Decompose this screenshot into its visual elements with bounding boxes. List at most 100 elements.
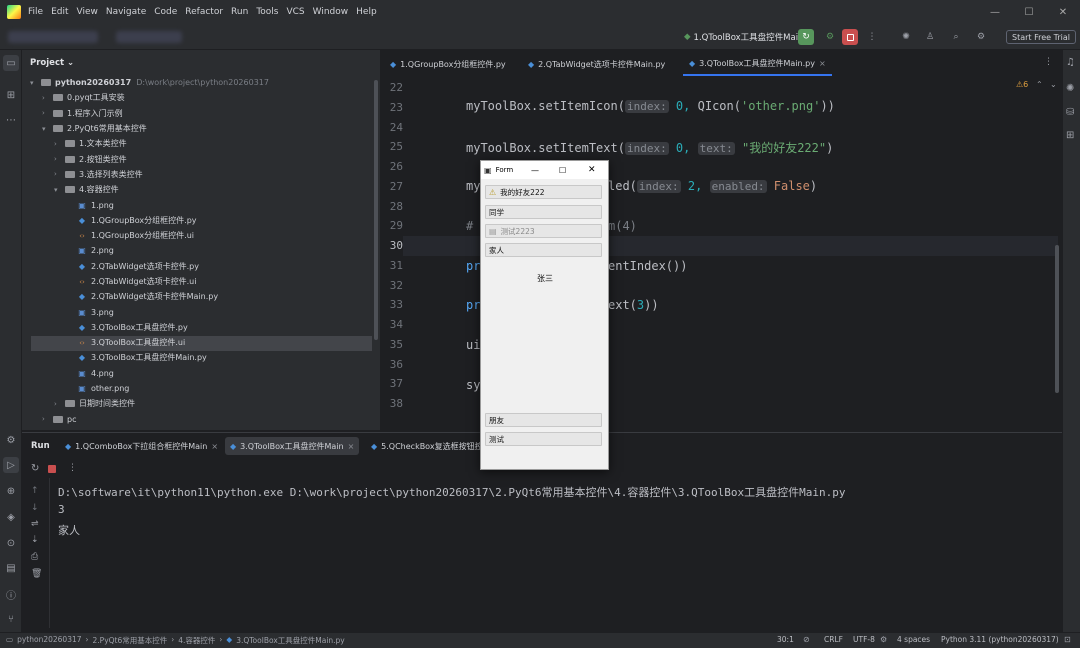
run-tab-1[interactable]: ◆ 1.QComboBox下拉组合框控件Main ×	[60, 437, 223, 455]
ai-assistant-icon[interactable]: ✺	[898, 29, 914, 45]
maximize-icon[interactable]: ☐	[559, 166, 566, 175]
tree-item[interactable]: ▣ 1.png	[30, 197, 375, 212]
code-line-24[interactable]: myToolBox.setItemText(index: 0, text: "我…	[466, 139, 833, 156]
more-icon[interactable]: ⋮	[864, 29, 880, 45]
python-packages-icon[interactable]: ⚙	[3, 432, 19, 448]
close-icon[interactable]: ×	[211, 442, 218, 451]
git-icon[interactable]: ⑂	[3, 611, 19, 627]
toolbox-item-3-active[interactable]: 家人	[485, 243, 602, 257]
maximize-icon[interactable]: ☐	[1012, 0, 1046, 24]
code-line-30-a[interactable]: pr	[466, 259, 480, 273]
code-line-28-b[interactable]: m(4)	[608, 219, 637, 233]
chevron-up-icon[interactable]: ⌃	[1036, 80, 1043, 89]
project-switcher-widget[interactable]	[8, 31, 98, 43]
caret-position[interactable]: 30:1	[777, 635, 794, 644]
code-line-28-a[interactable]: #	[466, 219, 473, 233]
ai-icon[interactable]: ✺	[1066, 83, 1074, 94]
services-icon[interactable]: ⊕	[3, 483, 19, 499]
folder-icon[interactable]: ▭	[3, 55, 19, 71]
problems-icon[interactable]: ⓘ	[3, 586, 19, 602]
gear-icon[interactable]: ⚙	[973, 29, 989, 45]
tree-item[interactable]: ▣ 3.png	[30, 304, 375, 319]
tree-item[interactable]: › 日期时间类控件	[30, 396, 375, 411]
close-icon[interactable]: ×	[348, 442, 355, 451]
tree-item[interactable]: ◆ 2.QTabWidget选项卡控件Main.py	[30, 289, 375, 304]
tree-item[interactable]: ◆ 1.QGroupBox分组框控件.py	[30, 213, 375, 228]
tree-item[interactable]: › 0.pyqt工具安装	[30, 90, 375, 105]
arrow-up-icon[interactable]: ↑	[31, 486, 39, 496]
chevron-right-icon[interactable]: ›	[54, 170, 64, 178]
vcs-widget[interactable]	[116, 31, 182, 43]
chevron-right-icon[interactable]: ›	[54, 400, 64, 408]
tree-item[interactable]: ‹› 1.QGroupBox分组框控件.ui	[30, 228, 375, 243]
tabs-more-icon[interactable]: ⋮	[1044, 57, 1053, 67]
power-save-icon[interactable]: ⊘	[803, 635, 810, 644]
tree-item[interactable]: ▣ 2.png	[30, 243, 375, 258]
breadcrumb-item[interactable]: 4.容器控件	[178, 635, 215, 646]
chevron-down-icon[interactable]: ▾	[54, 186, 64, 194]
lock-icon[interactable]: ⊡	[1064, 635, 1071, 644]
chevron-right-icon[interactable]: ›	[54, 155, 64, 163]
play-circle-icon[interactable]: ⊙	[3, 535, 19, 551]
trash-icon[interactable]: 🗑	[31, 569, 42, 579]
tree-item[interactable]: ▣ other.png	[30, 381, 375, 396]
minimize-icon[interactable]: —	[531, 166, 539, 175]
print-icon[interactable]: ⎙	[31, 552, 38, 562]
breadcrumb-item[interactable]: 2.PyQt6常用基本控件	[93, 635, 168, 646]
tree-item[interactable]: ◆ 3.QToolBox工具盘控件.py	[30, 320, 375, 335]
chevron-right-icon[interactable]: ›	[42, 94, 52, 102]
more-icon[interactable]: ⋮	[68, 463, 77, 473]
chevron-right-icon[interactable]: ›	[42, 109, 52, 117]
code-line-26-a[interactable]: my	[466, 179, 480, 193]
close-icon[interactable]: ×	[819, 59, 826, 68]
editor-scrollbar[interactable]	[1055, 245, 1059, 393]
tree-item[interactable]: ‹› 2.QTabWidget选项卡控件.ui	[30, 274, 375, 289]
tab-file-3-active[interactable]: ◆ 3.QToolBox工具盘控件Main.py ×	[683, 52, 832, 76]
debug-button[interactable]: ⚙	[822, 29, 838, 45]
file-encoding[interactable]: UTF-8	[853, 635, 875, 644]
tree-item[interactable]: ▾ python20260317 D:\work\project\python202…	[30, 75, 375, 90]
run-tab-3[interactable]: ◆ 5.QCheckBox复选框按钮控件	[366, 437, 496, 455]
chevron-down-icon[interactable]: ▾	[42, 125, 52, 133]
tab-file-1[interactable]: ◆ 1.QGroupBox分组框控件.py	[384, 52, 512, 76]
menu-item[interactable]: File	[28, 7, 43, 17]
toolbox-item-4[interactable]: 朋友	[485, 413, 602, 427]
code-line-34[interactable]: ui	[466, 338, 480, 352]
account-icon[interactable]: ♙	[922, 29, 938, 45]
close-icon[interactable]: ✕	[1046, 0, 1080, 24]
warnings-count[interactable]: ⚠6	[1016, 80, 1028, 89]
close-icon[interactable]: ✕	[588, 165, 596, 175]
menu-item[interactable]: Refactor	[185, 7, 223, 17]
rerun-button[interactable]: ↻	[798, 29, 814, 45]
toolbox-item-0[interactable]: ⚠ 我的好友222	[485, 185, 602, 199]
layers-icon[interactable]: ◈	[3, 509, 19, 525]
start-free-trial-button[interactable]: Start Free Trial	[1006, 30, 1076, 44]
database-icon[interactable]: ⛁	[1066, 107, 1074, 118]
tree-item[interactable]: ▣ 4.png	[30, 366, 375, 381]
chevron-right-icon[interactable]: ›	[42, 415, 52, 423]
tree-item[interactable]: ◆ 3.QToolBox工具盘控件Main.py	[30, 350, 375, 365]
scroll-end-icon[interactable]: ⇣	[31, 535, 39, 545]
menu-item[interactable]: Edit	[51, 7, 68, 17]
chevron-down-icon[interactable]: ⌄	[1050, 80, 1057, 89]
breadcrumb-item[interactable]: 3.QToolBox工具盘控件Main.py	[236, 635, 345, 646]
run-icon[interactable]: ▷	[3, 457, 19, 473]
qt-form-titlebar[interactable]: ▣ Form — ☐ ✕	[481, 161, 608, 179]
terminal-icon[interactable]: ▤	[3, 560, 19, 576]
stop-button[interactable]	[842, 29, 858, 45]
menu-item[interactable]: Run	[231, 7, 248, 17]
code-line-26-b[interactable]: led(index: 2, enabled: False)	[608, 179, 817, 193]
menu-item[interactable]: Window	[313, 7, 349, 17]
arrow-down-icon[interactable]: ↓	[31, 503, 39, 513]
tree-item[interactable]: › 1.文本类控件	[30, 136, 375, 151]
menu-item[interactable]: Tools	[256, 7, 278, 17]
indent-setting[interactable]: 4 spaces	[897, 635, 930, 644]
soft-wrap-icon[interactable]: ⇌	[31, 519, 39, 529]
toolbox-item-5[interactable]: 测试	[485, 432, 602, 446]
menu-item[interactable]: Navigate	[106, 7, 146, 17]
python-interpreter[interactable]: Python 3.11 (python20260317)	[941, 635, 1059, 644]
sciview-icon[interactable]: ⊞	[1066, 130, 1074, 141]
code-line-22[interactable]: myToolBox.setItemIcon(index: 0, QIcon('o…	[466, 99, 835, 113]
code-line-32-a[interactable]: pr	[466, 298, 480, 312]
menu-item[interactable]: VCS	[286, 7, 304, 17]
